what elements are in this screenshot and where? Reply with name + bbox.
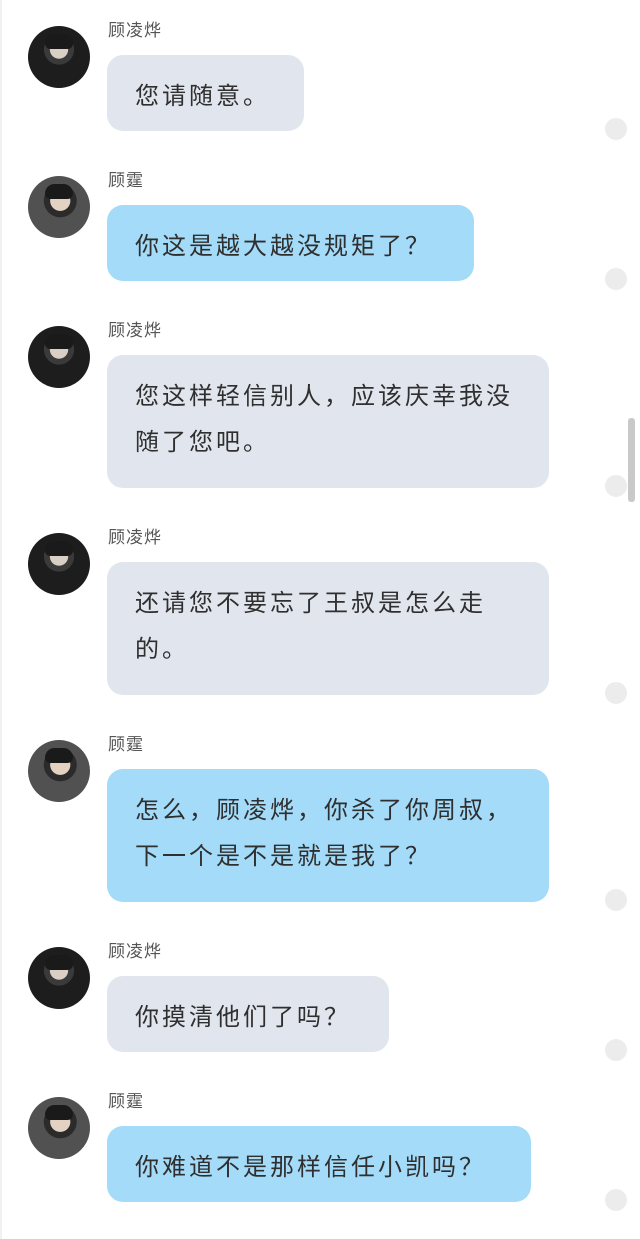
read-status-dot [605,1189,627,1211]
read-status-dot [605,118,627,140]
avatar-hair-shape [45,955,73,970]
sender-name: 顾霆 [108,735,144,755]
sender-name: 顾凌烨 [108,321,162,341]
avatar[interactable] [28,947,90,1009]
avatar-hair-shape [45,334,73,349]
message-bubble[interactable]: 您请随意。 [107,55,304,131]
avatar-hair-shape [45,1105,73,1120]
read-status-dot [605,268,627,290]
scrollbar-thumb[interactable] [628,418,635,502]
message-bubble[interactable]: 怎么，顾凌烨，你杀了你周叔，下一个是不是就是我了？ [107,769,549,902]
sender-name: 顾凌烨 [108,21,162,41]
read-status-dot [605,889,627,911]
read-status-dot [605,475,627,497]
avatar-hair-shape [45,184,73,199]
avatar[interactable] [28,176,90,238]
avatar[interactable] [28,533,90,595]
read-status-dot [605,1039,627,1061]
sender-name: 顾凌烨 [108,942,162,962]
message-bubble[interactable]: 你这是越大越没规矩了？ [107,205,474,281]
avatar-hair-shape [45,541,73,556]
read-status-dot [605,682,627,704]
message-bubble[interactable]: 您这样轻信别人，应该庆幸我没随了您吧。 [107,355,549,488]
sender-name: 顾凌烨 [108,528,162,548]
message-bubble[interactable]: 你摸清他们了吗？ [107,976,389,1052]
left-edge-divider [0,0,2,1239]
sender-name: 顾霆 [108,171,144,191]
avatar-hair-shape [45,34,73,49]
avatar[interactable] [28,326,90,388]
avatar-hair-shape [45,748,73,763]
chat-thread: 顾凌烨 您请随意。 顾霆 你这是越大越没规矩了？ 顾凌烨 您这样轻信别人，应该庆… [0,0,640,1239]
avatar[interactable] [28,740,90,802]
avatar[interactable] [28,26,90,88]
avatar[interactable] [28,1097,90,1159]
message-bubble[interactable]: 还请您不要忘了王叔是怎么走的。 [107,562,549,695]
sender-name: 顾霆 [108,1092,144,1112]
message-bubble[interactable]: 你难道不是那样信任小凯吗？ [107,1126,531,1202]
